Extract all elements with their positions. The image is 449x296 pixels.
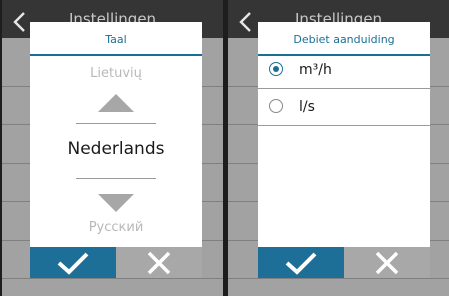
current-language: Nederlands	[67, 139, 165, 159]
confirm-button[interactable]	[258, 247, 344, 278]
radio-button[interactable]	[269, 99, 283, 113]
option-divider	[258, 125, 430, 126]
previous-language[interactable]: Lietuvių	[30, 66, 202, 81]
close-icon	[375, 251, 399, 274]
close-icon	[147, 251, 171, 274]
radio-button-selected[interactable]	[269, 62, 283, 76]
check-icon	[57, 252, 89, 275]
confirm-button[interactable]	[30, 247, 116, 278]
language-screen: Instellingen Taal Lietuvių Nederlands Ру…	[2, 0, 223, 296]
dialog-title: Debiet aanduiding	[293, 33, 395, 46]
triangle-down-icon[interactable]	[98, 192, 134, 218]
selection-divider	[76, 178, 156, 179]
radio-dot	[273, 66, 279, 72]
triangle-up-icon[interactable]	[98, 92, 134, 118]
language-dialog: Taal Lietuvių Nederlands Русский	[30, 22, 202, 278]
option-label: l/s	[299, 99, 315, 115]
dialog-title: Taal	[105, 33, 127, 46]
next-language[interactable]: Русский	[30, 220, 202, 235]
cancel-button[interactable]	[344, 247, 430, 278]
cancel-button[interactable]	[116, 247, 202, 278]
option-ls[interactable]: l/s	[258, 89, 430, 126]
flow-unit-dialog: Debiet aanduiding m³/h l/s	[258, 22, 430, 278]
selection-divider	[76, 123, 156, 124]
check-icon	[285, 252, 317, 275]
option-label: m³/h	[299, 62, 332, 78]
list-divider	[228, 278, 449, 279]
flow-unit-screen: Instellingen Debiet aanduiding m³/h l/s	[228, 0, 449, 296]
list-divider	[2, 278, 223, 279]
option-m3h[interactable]: m³/h	[258, 52, 430, 89]
title-underline	[30, 54, 202, 56]
